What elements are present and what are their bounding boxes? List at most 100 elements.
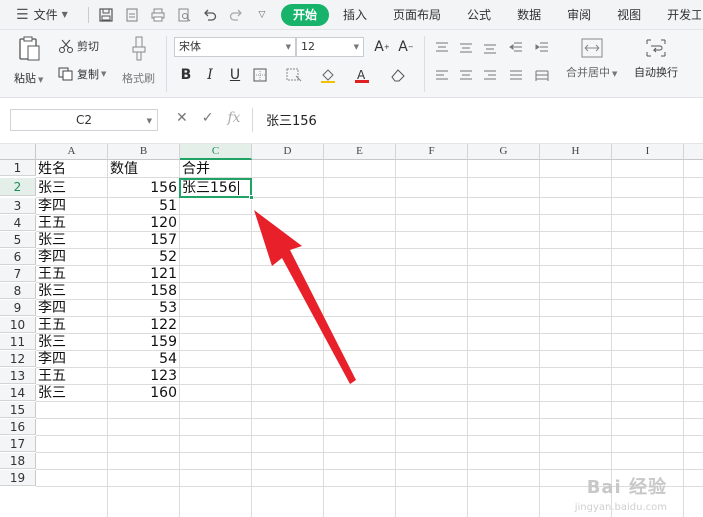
cell-a3[interactable]: 李四 [37, 198, 66, 214]
font-size-select[interactable]: 12 ▼ [296, 37, 364, 57]
row-header[interactable]: 14 [0, 385, 36, 401]
print-preview-icon[interactable] [173, 4, 195, 26]
file-menu[interactable]: ☰ 文件 ▼ [0, 6, 86, 23]
italic-icon[interactable]: I [200, 65, 220, 85]
cell-b14[interactable]: 160 [108, 385, 179, 401]
cell-a14[interactable]: 张三 [37, 385, 66, 401]
row-header[interactable]: 13 [0, 368, 36, 384]
cell-b2[interactable]: 156 [108, 180, 179, 196]
row-header[interactable]: 17 [0, 436, 36, 452]
column-header-e[interactable]: E [324, 144, 396, 160]
font-name-select[interactable]: 宋体 ▼ [174, 37, 296, 57]
format-painter-button[interactable]: 格式刷 [122, 36, 155, 86]
row-header[interactable]: 3 [0, 198, 36, 214]
cell-a7[interactable]: 王五 [37, 266, 66, 282]
align-middle-icon[interactable] [456, 38, 476, 58]
increase-font-icon[interactable]: A + [372, 37, 392, 57]
tab-home[interactable]: 开始 [281, 3, 330, 26]
column-header-j[interactable] [684, 144, 703, 160]
row-header[interactable]: 18 [0, 453, 36, 469]
row-header[interactable]: 11 [0, 334, 36, 350]
tab-review[interactable]: 审阅 [555, 4, 603, 26]
column-header-h[interactable]: H [540, 144, 612, 160]
column-header-f[interactable]: F [396, 144, 468, 160]
row-header[interactable]: 7 [0, 266, 36, 282]
row-header[interactable]: 19 [0, 470, 36, 486]
formula-input[interactable]: 张三156 [266, 110, 317, 129]
font-color-icon[interactable]: A [352, 65, 372, 85]
cell-b13[interactable]: 123 [108, 368, 179, 384]
borders-icon[interactable] [250, 65, 270, 85]
cell-b4[interactable]: 120 [108, 215, 179, 231]
cut-button[interactable]: 剪切 [58, 38, 99, 54]
row-header[interactable]: 12 [0, 351, 36, 367]
name-box[interactable]: C2 ▼ [10, 109, 158, 131]
justify-icon[interactable] [506, 66, 526, 86]
align-top-icon[interactable] [432, 38, 452, 58]
spreadsheet-grid[interactable]: A B C D E F G H I 1 2 3 4 5 6 7 8 9 10 1… [0, 144, 703, 517]
decrease-font-icon[interactable]: A − [396, 37, 416, 57]
cell-b9[interactable]: 53 [108, 300, 179, 316]
select-all-corner[interactable] [0, 144, 36, 160]
undo-icon[interactable] [199, 4, 221, 26]
column-header-g[interactable]: G [468, 144, 540, 160]
cell-a11[interactable]: 张三 [37, 334, 66, 350]
cell-a13[interactable]: 王五 [37, 368, 66, 384]
distributed-icon[interactable] [532, 66, 552, 86]
fill-color-icon[interactable] [318, 65, 338, 85]
bold-icon[interactable]: B [176, 65, 196, 85]
save-icon[interactable] [95, 4, 117, 26]
export-pdf-icon[interactable] [121, 4, 143, 26]
column-header-i[interactable]: I [612, 144, 684, 160]
underline-icon[interactable]: U [225, 65, 245, 85]
align-right-icon[interactable] [480, 66, 500, 86]
copy-button[interactable]: 复制 ▼ [58, 66, 106, 82]
cell-c1[interactable]: 合并 [181, 161, 210, 177]
cell-b11[interactable]: 159 [108, 334, 179, 350]
row-header[interactable]: 10 [0, 317, 36, 333]
cell-a1[interactable]: 姓名 [37, 161, 66, 177]
column-header-a[interactable]: A [36, 144, 108, 160]
cell-b8[interactable]: 158 [108, 283, 179, 299]
align-bottom-icon[interactable] [480, 38, 500, 58]
insert-function-icon[interactable]: fx [227, 110, 240, 126]
cancel-icon[interactable]: ✕ [176, 110, 188, 126]
align-left-icon[interactable] [432, 66, 452, 86]
row-header[interactable]: 4 [0, 215, 36, 231]
cell-b3[interactable]: 51 [108, 198, 179, 214]
cell-a6[interactable]: 李四 [37, 249, 66, 265]
cell-style-icon[interactable] [284, 65, 304, 85]
print-icon[interactable] [147, 4, 169, 26]
cell-b1[interactable]: 数值 [109, 161, 138, 177]
cell-b10[interactable]: 122 [108, 317, 179, 333]
customize-toolbar-icon[interactable]: ▽ [251, 4, 273, 26]
fill-handle[interactable] [249, 195, 254, 200]
tab-view[interactable]: 视图 [605, 4, 653, 26]
tab-data[interactable]: 数据 [505, 4, 553, 26]
tab-page-layout[interactable]: 页面布局 [381, 4, 453, 26]
tab-formulas[interactable]: 公式 [455, 4, 503, 26]
row-header[interactable]: 15 [0, 402, 36, 418]
cell-a10[interactable]: 王五 [37, 317, 66, 333]
cell-a8[interactable]: 张三 [37, 283, 66, 299]
row-header[interactable]: 9 [0, 300, 36, 316]
align-center-icon[interactable] [456, 66, 476, 86]
tab-developer[interactable]: 开发工具 [655, 4, 701, 26]
confirm-icon[interactable]: ✓ [202, 110, 214, 126]
paste-button[interactable]: 粘贴 ▼ [14, 36, 43, 86]
merge-center-button[interactable]: 合并居中 ▼ [566, 38, 617, 80]
clear-format-icon[interactable] [388, 65, 408, 85]
cell-a9[interactable]: 李四 [37, 300, 66, 316]
cell-a2[interactable]: 张三 [37, 180, 66, 196]
cell-b7[interactable]: 121 [108, 266, 179, 282]
row-header[interactable]: 5 [0, 232, 36, 248]
cell-b5[interactable]: 157 [108, 232, 179, 248]
column-header-c[interactable]: C [180, 144, 252, 160]
column-header-b[interactable]: B [108, 144, 180, 160]
redo-icon[interactable] [225, 4, 247, 26]
row-header[interactable]: 2 [0, 178, 36, 196]
tab-insert[interactable]: 插入 [331, 4, 379, 26]
cell-a5[interactable]: 张三 [37, 232, 66, 248]
column-header-d[interactable]: D [252, 144, 324, 160]
cell-a4[interactable]: 王五 [37, 215, 66, 231]
